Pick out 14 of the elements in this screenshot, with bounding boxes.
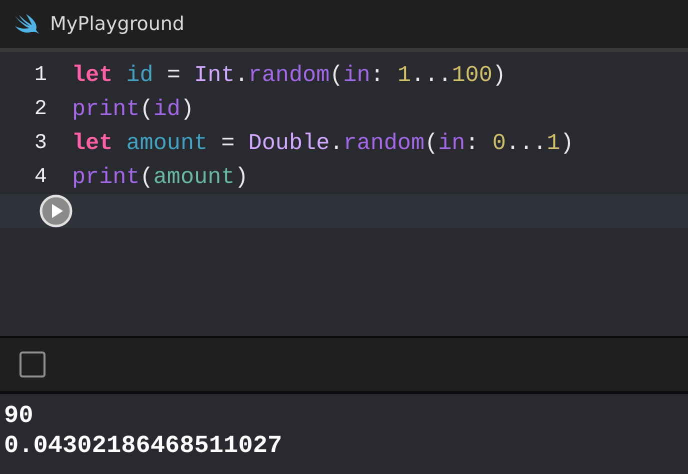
code-line: print(amount): [72, 164, 248, 190]
console-output: 90: [4, 402, 34, 432]
code-line: let id = Int.random(in: 1...100): [72, 62, 506, 88]
run-button[interactable]: [39, 194, 73, 228]
code-line: print(id): [72, 96, 194, 122]
debug-area-toggle-icon[interactable]: [19, 351, 46, 378]
line-number: 4: [33, 166, 48, 188]
line-number: 2: [33, 98, 48, 120]
code-line: let amount = Double.random(in: 0...1): [72, 130, 574, 156]
line-number: 1: [33, 64, 48, 86]
swift-bird-icon: [14, 13, 40, 35]
console-output: 0.04302186468511027: [4, 432, 284, 462]
window-title: MyPlayground: [50, 13, 184, 35]
line-number: 3: [33, 132, 48, 154]
